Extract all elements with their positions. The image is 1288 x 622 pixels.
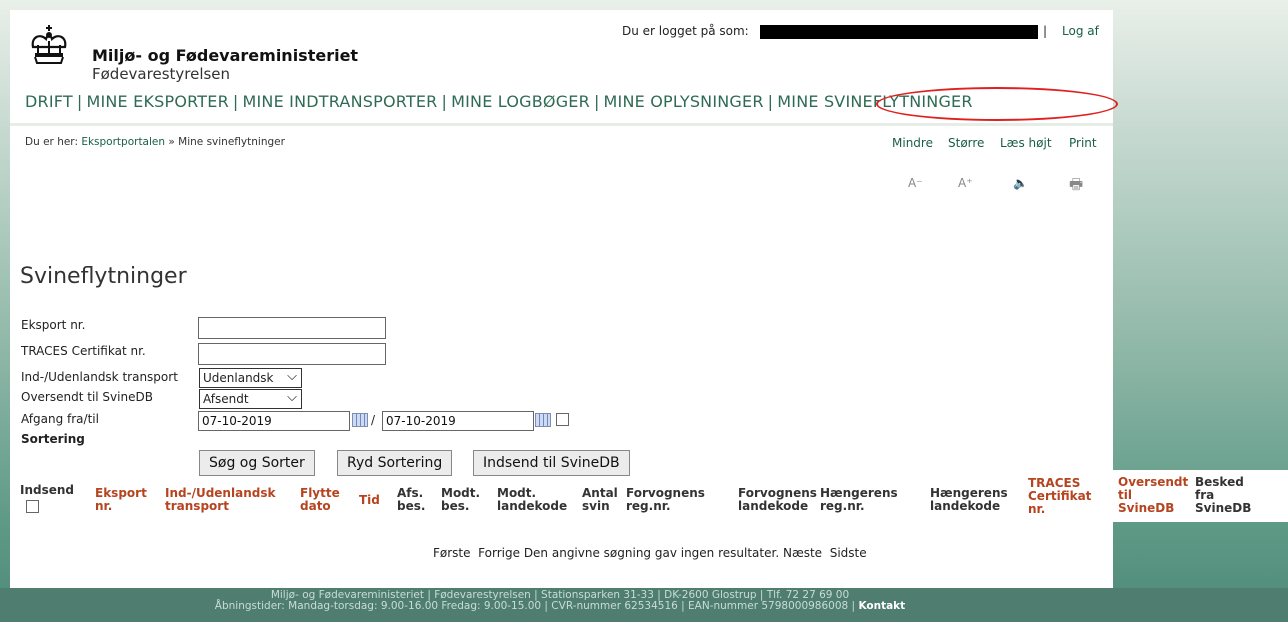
transport-label: Ind-/Udenlandsk transport [21,370,178,384]
nav-item-mine-indtransporter[interactable]: MINE INDTRANSPORTER [243,92,438,111]
search-sort-button[interactable]: Søg og Sorter [199,450,315,476]
page-footer: Miljø- og Fødevareministeriet | Fødevare… [0,588,1288,622]
nav-item-mine-eksporter[interactable]: MINE EKSPORTER [86,92,228,111]
export-no-label: Eksport nr. [21,318,86,332]
footer-contact-link[interactable]: Kontakt [858,600,905,612]
departure-label: Afgang fra/til [21,412,99,426]
col-header-transport[interactable]: Ind-/Udenlandsk transport [165,487,275,513]
header-separator: | [1043,24,1048,38]
col-header-indsend: Indsend [20,483,75,497]
footer-hours: Åbningstider: Mandag-torsdag: 9.00-16.00… [0,600,1120,612]
print-link[interactable]: Print [1069,136,1097,150]
speaker-icon[interactable]: 🔈 [1013,176,1028,190]
col-header-besked: Besked fra SvineDB [1195,475,1252,515]
calendar-from-icon[interactable] [352,413,368,427]
printer-icon[interactable]: 🖶 [1069,174,1083,199]
date-to-input[interactable] [382,411,534,431]
transport-select[interactable]: Udenlandsk ⌵ [199,368,302,388]
nav-item-mine-logboger[interactable]: MINE LOGBØGER [451,92,590,111]
sort-label: Sortering [21,432,85,446]
select-all-checkbox[interactable] [26,500,39,513]
page-title: Svineflytninger [20,264,187,289]
breadcrumb-arrow: » [168,136,175,148]
breadcrumb: Du er her: Eksportportalen » Mine svinef… [25,136,285,148]
date-separator: / [371,413,376,427]
col-header-haenger-regnr: Hængerens reg.nr. [820,486,898,513]
pagination: Første Forrige Den angivne søgning gav i… [433,546,867,560]
col-header-afs-bes: Afs. bes. [397,486,426,513]
traces-input[interactable] [198,343,386,365]
nav-item-mine-oplysninger[interactable]: MINE OPLYSNINGER [604,92,764,111]
pager-message: Den angivne søgning gav ingen resultater… [523,546,780,560]
sent-label: Oversendt til SvineDB [21,390,153,404]
chevron-down-icon: ⌵ [287,369,297,384]
pager-next[interactable]: Næste [783,546,822,560]
highlight-annotation [876,87,1118,121]
agency-name: Fødevarestyrelsen [92,65,231,83]
chevron-down-icon: ⌵ [287,390,297,405]
col-header-flytte-dato[interactable]: Flytte dato [300,487,340,513]
page-container: Miljø- og Fødevareministeriet Fødevarest… [10,10,1118,588]
date-from-input[interactable] [198,411,350,431]
read-aloud-link[interactable]: Læs højt [1000,136,1052,150]
col-header-modt-landekode: Modt. landekode [497,486,568,513]
main-nav: DRIFT | MINE EKSPORTER | MINE INDTRANSPORTER… [25,92,973,111]
traces-label: TRACES Certifikat nr. [21,344,146,358]
col-header-modt-bes: Modt. bes. [441,486,481,513]
logout-link[interactable]: Log af [1062,24,1099,38]
col-header-forvogn-landekode: Forvognens landekode [738,486,817,513]
text-larger-icon[interactable]: A⁺ [958,176,973,190]
submit-svinedb-button[interactable]: Indsend til SvineDB [473,450,630,476]
breadcrumb-prefix: Du er her: [25,136,78,148]
col-header-oversendt[interactable]: Oversendt til SvineDB [1118,476,1188,515]
footer-hours-text: Åbningstider: Mandag-torsdag: 9.00-16.00… [214,600,856,612]
logged-in-label: Du er logget på som: [622,24,749,38]
transport-select-value: Udenlandsk [203,371,274,385]
col-header-forvogn-regnr: Forvognens reg.nr. [626,486,705,513]
sent-select-value: Afsendt [203,392,249,406]
calendar-to-icon[interactable] [535,413,551,427]
text-smaller-link[interactable]: Mindre [892,136,933,150]
clear-sort-button[interactable]: Ryd Sortering [337,450,453,476]
text-larger-link[interactable]: Større [948,136,984,150]
breadcrumb-home-link[interactable]: Eksportportalen [81,136,165,148]
col-header-antal-svin: Antal svin [582,486,618,513]
ministry-name: Miljø- og Fødevareministeriet [92,46,359,65]
header-divider [10,123,1113,126]
export-no-input[interactable] [198,317,386,339]
col-header-tid[interactable]: Tid [359,494,380,507]
col-header-traces[interactable]: TRACES Certifikat nr. [1028,477,1091,516]
col-header-haenger-landekode: Hængerens landekode [930,486,1008,513]
pager-last[interactable]: Sidste [830,546,867,560]
breadcrumb-current: Mine svineflytninger [178,136,285,148]
nav-item-drift[interactable]: DRIFT [25,92,73,111]
pager-first[interactable]: Første [433,546,471,560]
text-smaller-icon[interactable]: A⁻ [908,176,923,190]
date-checkbox[interactable] [556,413,569,426]
redacted-username [760,25,1038,39]
col-header-eksport[interactable]: Eksport nr. [95,487,147,513]
pager-prev[interactable]: Forrige [478,546,520,560]
table-header-overflow: Oversendt til SvineDB Besked fra SvineDB [1113,470,1288,522]
sent-select[interactable]: Afsendt ⌵ [199,389,302,409]
crown-logo-icon [31,25,67,64]
